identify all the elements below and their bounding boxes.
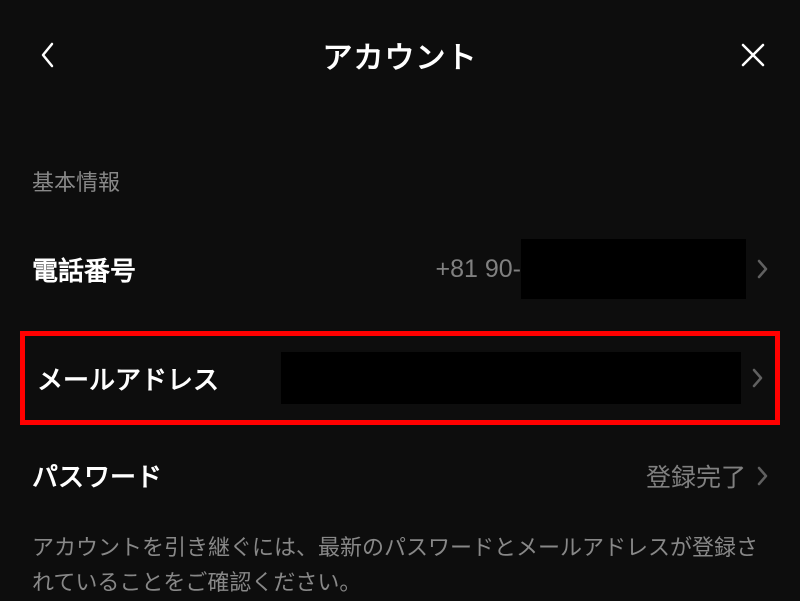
row-password[interactable]: パスワード 登録完了 — [0, 433, 800, 518]
row-phone[interactable]: 電話番号 +81 90- — [0, 215, 800, 323]
chevron-right-icon — [751, 368, 763, 388]
row-email-right — [281, 352, 763, 404]
row-email-label: メールアドレス — [37, 360, 219, 397]
row-phone-value-wrap: +81 90- — [436, 239, 747, 299]
close-icon — [740, 42, 766, 68]
chevron-right-icon — [756, 259, 768, 279]
row-password-label: パスワード — [32, 457, 162, 494]
chevron-left-icon — [39, 41, 55, 69]
row-phone-value-prefix: +81 90- — [436, 255, 522, 284]
redacted-phone — [521, 239, 746, 299]
section-header-basic-info: 基本情報 — [0, 110, 800, 215]
back-button[interactable] — [32, 40, 62, 70]
header: アカウント — [0, 0, 800, 110]
row-password-value: 登録完了 — [646, 458, 746, 494]
redacted-email — [281, 352, 741, 404]
row-phone-label: 電話番号 — [32, 251, 136, 288]
row-password-right: 登録完了 — [646, 458, 768, 494]
row-phone-right: +81 90- — [436, 239, 769, 299]
page-title: アカウント — [323, 33, 478, 77]
row-email-highlight: メールアドレス — [20, 331, 780, 425]
footer-text: アカウントを引き継ぐには、最新のパスワードとメールアドレスが登録されていることを… — [0, 518, 800, 600]
close-button[interactable] — [738, 40, 768, 70]
chevron-right-icon — [756, 466, 768, 486]
row-email[interactable]: メールアドレス — [25, 336, 775, 420]
